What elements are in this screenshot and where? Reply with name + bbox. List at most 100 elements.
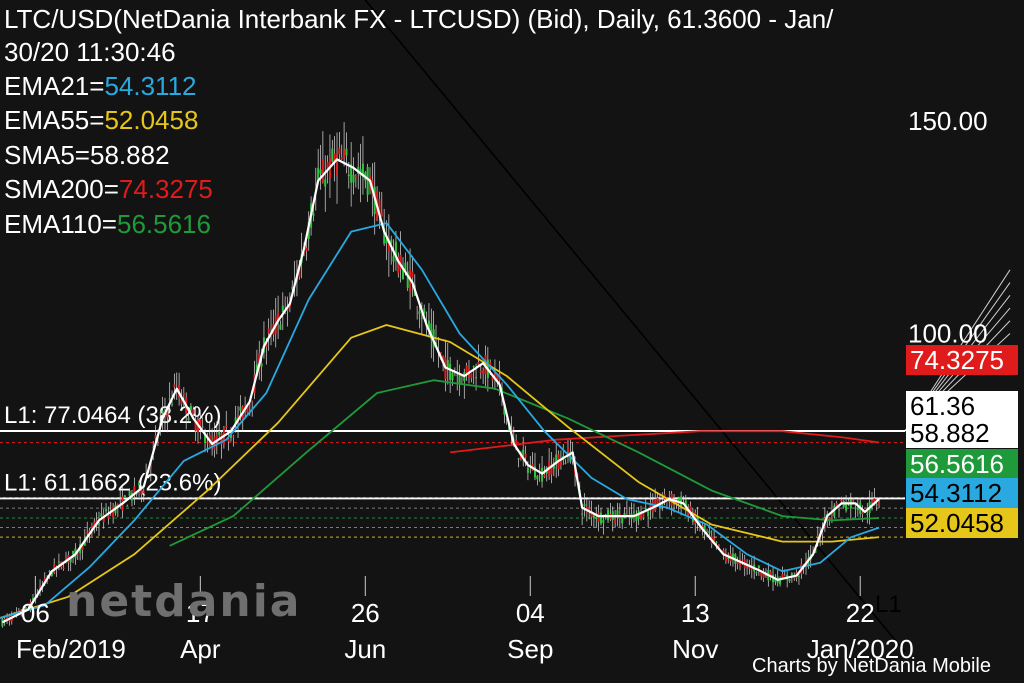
candle-body: [852, 499, 855, 501]
y-tick-label: 100.00: [908, 319, 988, 349]
candle-body: [456, 374, 459, 376]
x-tick-month: Apr: [180, 634, 221, 664]
candle-body: [472, 365, 475, 367]
candle-body: [281, 305, 284, 312]
indicator-name: EMA110=: [4, 209, 117, 239]
chart-title: LTC/USD(NetDania Interbank FX - LTCUSD) …: [4, 4, 834, 34]
x-tick-day: 26: [351, 598, 380, 628]
candle-body: [522, 449, 525, 455]
credit-text[interactable]: Charts by NetDania Mobile: [752, 655, 991, 678]
indicator-sma5: SMA5=58.882: [4, 138, 170, 172]
candle-body: [187, 417, 190, 421]
candle-body: [225, 425, 228, 428]
candle-body: [161, 410, 164, 414]
price-tag-text: 61.36: [910, 391, 975, 421]
candle-body: [797, 575, 800, 577]
candle-body: [517, 458, 520, 460]
candle-body: [420, 317, 423, 319]
candle-body: [875, 504, 878, 506]
candle-body: [599, 512, 602, 524]
candle-body: [632, 511, 635, 513]
candle-body: [708, 530, 711, 534]
indicator-value: 54.3112: [104, 71, 197, 101]
price-tag-text: 56.5616: [910, 449, 1004, 479]
candle-body: [138, 482, 141, 486]
candle-body: [475, 377, 478, 379]
candle-body: [838, 509, 841, 511]
candle-body: [790, 573, 793, 576]
candle-body: [526, 467, 529, 473]
candle-body: [640, 513, 643, 520]
candle-body: [201, 426, 204, 428]
candle-body: [878, 502, 881, 506]
indicator-name: SMA200=: [4, 174, 119, 204]
price-tag-text: 52.0458: [910, 508, 1004, 538]
candle-body: [543, 474, 546, 477]
candle-body: [715, 541, 718, 543]
candle-body: [119, 498, 122, 501]
candle-body: [854, 507, 857, 509]
candle-body: [541, 467, 544, 482]
candle-body: [524, 453, 527, 458]
x-tick-month: Feb/2019: [16, 634, 126, 664]
price-tag-text: 54.3112: [910, 478, 1002, 508]
x-tick-month: Nov: [672, 634, 718, 664]
candle-body: [206, 442, 209, 444]
candle-body: [340, 157, 343, 160]
x-tick-day: 13: [681, 598, 710, 628]
candle-body: [477, 362, 480, 365]
candle-body: [123, 495, 126, 499]
indicator-value: 58.882: [90, 140, 170, 170]
indicator-sma200: SMA200=74.3275: [4, 172, 213, 206]
candle-body: [453, 374, 456, 377]
candle-body: [168, 398, 171, 400]
indicator-value: 74.3275: [118, 174, 213, 204]
candle-body: [72, 550, 75, 555]
candle-body: [86, 532, 89, 534]
candle-body: [418, 311, 421, 315]
candle-body: [100, 513, 103, 517]
candle-body: [182, 392, 185, 395]
indicator-ema55: EMA55=52.0458: [4, 103, 198, 137]
candle-body: [866, 513, 869, 515]
indicator-ema21: EMA21=54.3112: [4, 69, 197, 103]
chart-timestamp: 30/20 11:30:46: [4, 37, 176, 67]
candle-body: [470, 373, 473, 379]
indicator-name: SMA5=: [4, 140, 90, 170]
candle-body: [755, 572, 758, 574]
candle-body: [326, 162, 329, 169]
candle-body: [863, 507, 866, 509]
candle-body: [76, 553, 79, 555]
candle-body: [284, 300, 287, 303]
candle-body: [62, 567, 65, 569]
candle-body: [665, 502, 668, 504]
candle-body: [192, 409, 195, 415]
candle-body: [449, 363, 452, 380]
candle-body: [736, 562, 739, 565]
candle-body: [788, 579, 791, 582]
price-tag-text: 58.882: [910, 418, 990, 448]
candle-body: [345, 148, 348, 156]
candle-body: [343, 150, 346, 158]
indicator-value: 56.5616: [116, 209, 211, 239]
candle-body: [446, 360, 449, 368]
candle-body: [607, 509, 610, 521]
x-tick-month: Jun: [344, 634, 386, 664]
candle-body: [840, 499, 843, 502]
candle-body: [270, 325, 273, 327]
candle-body: [324, 179, 327, 187]
candle-body: [482, 370, 485, 375]
indicator-ema110: EMA110=56.5616: [4, 207, 211, 241]
candle-body: [218, 431, 221, 435]
candle-body: [380, 212, 383, 217]
candle-body: [602, 520, 605, 524]
candle-body: [757, 565, 760, 569]
candle-body: [128, 490, 131, 497]
candle-body: [105, 508, 108, 512]
candle-body: [305, 248, 308, 252]
candle-body: [321, 158, 324, 183]
candle-body: [581, 513, 584, 515]
candle-body: [595, 516, 598, 520]
candle-body: [411, 271, 414, 278]
candle-body: [871, 500, 874, 503]
